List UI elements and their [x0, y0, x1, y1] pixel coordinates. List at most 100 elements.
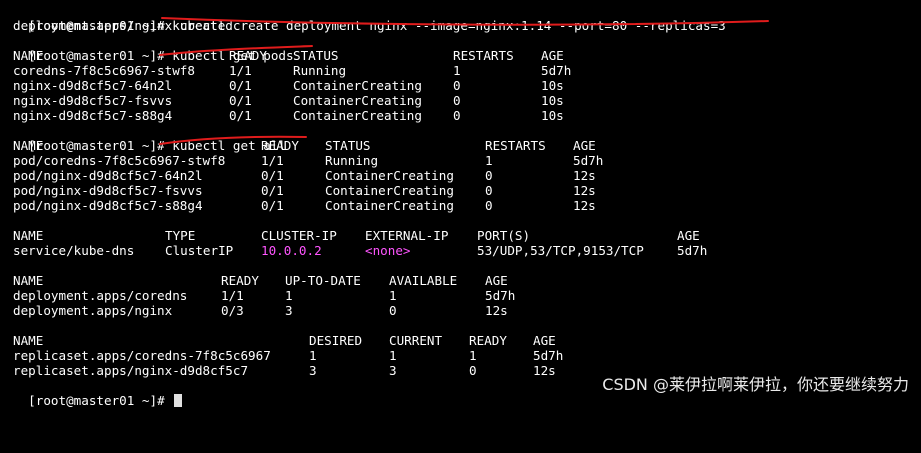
- column-header: DESIRED: [309, 333, 363, 348]
- table-cell: replicaset.apps/nginx-d9d8cf5c7: [13, 363, 249, 378]
- command-line-create: [root@master01 ~]# kubectl create deploy…: [13, 3, 726, 33]
- column-header: AGE: [485, 273, 508, 288]
- table-cell: 12s: [573, 183, 596, 198]
- table-cell: 0: [389, 303, 397, 318]
- table-cell: 0/1: [229, 93, 252, 108]
- table-cell: ContainerCreating: [293, 108, 422, 123]
- table-row: nginx-d9d8cf5c7-fsvvs 0/1 ContainerCreat…: [13, 93, 564, 108]
- table-cell: 10s: [541, 93, 564, 108]
- table-row: replicaset.apps/nginx-d9d8cf5c7 3 3 0 12…: [13, 363, 556, 378]
- table-cell: coredns-7f8c5c6967-stwf8: [13, 63, 195, 78]
- table-cell: 5d7h: [485, 288, 516, 303]
- table-row: nginx-d9d8cf5c7-s88g4 0/1 ContainerCreat…: [13, 108, 564, 123]
- table-cell: ContainerCreating: [325, 183, 454, 198]
- table-cell: 0/3: [221, 303, 244, 318]
- column-header: NAME: [13, 138, 44, 153]
- table-cell: ContainerCreating: [325, 168, 454, 183]
- column-header: EXTERNAL-IP: [365, 228, 449, 243]
- column-header: NAME: [13, 333, 44, 348]
- table-cell: nginx-d9d8cf5c7-64n2l: [13, 78, 173, 93]
- table-cell: 1/1: [221, 288, 244, 303]
- table-cell: 0/1: [261, 183, 284, 198]
- table-cell: 1: [389, 288, 397, 303]
- table-cell: 5d7h: [533, 348, 564, 363]
- column-header: NAME: [13, 228, 44, 243]
- shell-prompt: [root@master01 ~]#: [28, 138, 165, 153]
- table-cell: 1: [285, 288, 293, 303]
- table-cell: 12s: [573, 198, 596, 213]
- table-cell: nginx-d9d8cf5c7-fsvvs: [13, 93, 173, 108]
- column-header: TYPE: [165, 228, 196, 243]
- table-cell: 1/1: [261, 153, 284, 168]
- table-cell: 1: [389, 348, 397, 363]
- table-row: service/kube-dns ClusterIP 10.0.0.2 <non…: [13, 243, 707, 258]
- table-cell: pod/nginx-d9d8cf5c7-s88g4: [13, 198, 203, 213]
- table-cell: ContainerCreating: [293, 93, 422, 108]
- table-cell: 0: [485, 198, 493, 213]
- table-cell: 5d7h: [541, 63, 572, 78]
- table-cell: 3: [309, 363, 317, 378]
- table-cell: pod/nginx-d9d8cf5c7-fsvvs: [13, 183, 203, 198]
- table-cell: 12s: [573, 168, 596, 183]
- table-cell: 0: [485, 183, 493, 198]
- table-cell: nginx-d9d8cf5c7-s88g4: [13, 108, 173, 123]
- table-cell: 10s: [541, 108, 564, 123]
- column-header: PORT(S): [477, 228, 531, 243]
- table-cell: pod/nginx-d9d8cf5c7-64n2l: [13, 168, 203, 183]
- table-cell: service/kube-dns: [13, 243, 135, 258]
- table-row: deployment.apps/nginx 0/3 3 0 12s: [13, 303, 508, 318]
- column-header: READY: [221, 273, 259, 288]
- table-cell: deployment.apps/nginx: [13, 303, 173, 318]
- replicasets-table-header: NAME DESIRED CURRENT READY AGE: [13, 333, 556, 348]
- table-cell: 0: [453, 78, 461, 93]
- table-row: coredns-7f8c5c6967-stwf8 1/1 Running 1 5…: [13, 63, 571, 78]
- column-header: NAME: [13, 273, 44, 288]
- table-cell: ContainerCreating: [293, 78, 422, 93]
- cluster-ip-value: 10.0.0.2: [261, 243, 322, 258]
- table-cell: deployment.apps/coredns: [13, 288, 188, 303]
- terminal-input-line[interactable]: [root@master01 ~]#: [13, 378, 183, 408]
- table-cell: 0/1: [229, 78, 252, 93]
- table-cell: 3: [285, 303, 293, 318]
- pods-table-header: NAME READY STATUS RESTARTS AGE: [13, 48, 564, 63]
- table-cell: 1: [453, 63, 461, 78]
- column-header: READY: [261, 138, 299, 153]
- column-header: NAME: [13, 48, 44, 63]
- table-cell: pod/coredns-7f8c5c6967-stwf8: [13, 153, 226, 168]
- table-cell: 1: [469, 348, 477, 363]
- table-cell: Running: [293, 63, 347, 78]
- table-cell: 0/1: [261, 198, 284, 213]
- column-header: UP-TO-DATE: [285, 273, 361, 288]
- table-cell: 0: [453, 93, 461, 108]
- column-header: CURRENT: [389, 333, 443, 348]
- column-header: AGE: [573, 138, 596, 153]
- column-header: CLUSTER-IP: [261, 228, 337, 243]
- deployments-table-header: NAME READY UP-TO-DATE AVAILABLE AGE: [13, 273, 508, 288]
- command-output: deployment.apps/nginx created: [13, 18, 233, 33]
- table-cell: 0: [485, 168, 493, 183]
- services-table-header: NAME TYPE CLUSTER-IP EXTERNAL-IP PORT(S)…: [13, 228, 700, 243]
- external-ip-value: <none>: [365, 243, 411, 258]
- table-cell: Running: [325, 153, 379, 168]
- command-line-get-all: [root@master01 ~]# kubectl get all: [13, 123, 286, 153]
- column-header: AVAILABLE: [389, 273, 458, 288]
- table-row: replicaset.apps/coredns-7f8c5c6967 1 1 1…: [13, 348, 563, 363]
- table-cell: 5d7h: [677, 243, 708, 258]
- column-header: AGE: [533, 333, 556, 348]
- table-cell: replicaset.apps/coredns-7f8c5c6967: [13, 348, 271, 363]
- command-text: kubectl create deployment nginx --image=…: [172, 18, 726, 33]
- column-header: READY: [229, 48, 267, 63]
- watermark-text: CSDN @莱伊拉啊莱伊拉，你还要继续努力: [602, 375, 909, 394]
- table-row: pod/nginx-d9d8cf5c7-fsvvs 0/1 ContainerC…: [13, 183, 596, 198]
- column-header: RESTARTS: [453, 48, 514, 63]
- table-cell: 0: [469, 363, 477, 378]
- column-header: STATUS: [293, 48, 339, 63]
- column-header: AGE: [677, 228, 700, 243]
- table-row: pod/coredns-7f8c5c6967-stwf8 1/1 Running…: [13, 153, 603, 168]
- table-row: nginx-d9d8cf5c7-64n2l 0/1 ContainerCreat…: [13, 78, 564, 93]
- table-cell: 12s: [485, 303, 508, 318]
- table-row: pod/nginx-d9d8cf5c7-s88g4 0/1 ContainerC…: [13, 198, 596, 213]
- table-cell: 1: [485, 153, 493, 168]
- table-cell: 0: [453, 108, 461, 123]
- table-cell: 10s: [541, 78, 564, 93]
